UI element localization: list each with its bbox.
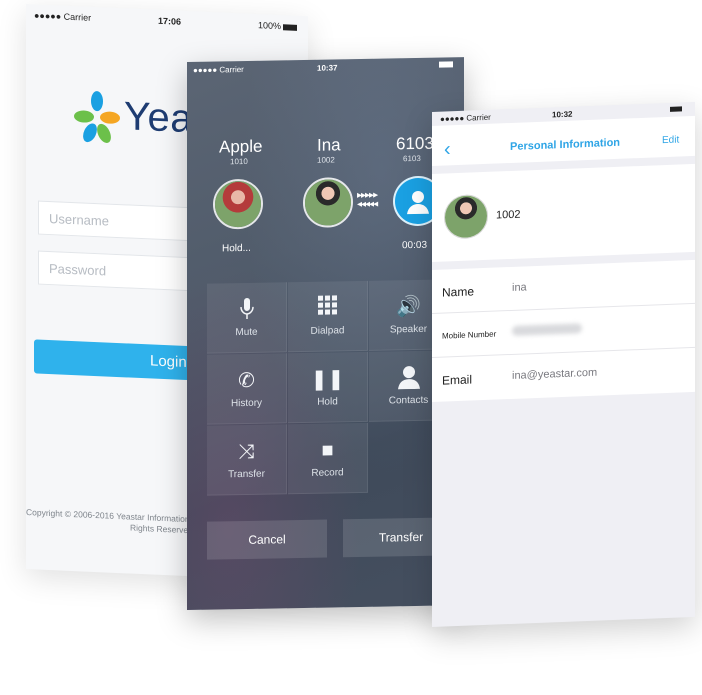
- battery-icon: [670, 106, 682, 112]
- history-label: History: [230, 397, 263, 410]
- pause-icon: ❚❚: [310, 368, 345, 391]
- status-time: 10:32: [552, 109, 573, 120]
- party-status-1: Hold...: [222, 242, 251, 255]
- mobile-value-redacted: [512, 323, 582, 336]
- party-number-1: 1010: [230, 156, 248, 167]
- email-label: Email: [442, 372, 473, 388]
- avatar: [444, 193, 488, 240]
- party-number-2: 1002: [317, 155, 335, 165]
- dialpad-button[interactable]: Dialpad: [288, 280, 368, 353]
- transfer-arrows-icon: ▸▸▸▸▸ ◂◂◂◂◂: [357, 189, 378, 211]
- dialpad-label: Dialpad: [310, 325, 345, 337]
- history-icon: ✆: [238, 369, 255, 393]
- party-name-3: 6103: [396, 133, 434, 154]
- status-carrier: ●●●●● Carrier: [34, 10, 92, 23]
- person-icon: [407, 190, 429, 215]
- battery-icon: [439, 61, 453, 68]
- call-screen: ●●●●● Carrier 10:37 Apple 1010 Hold... I…: [187, 57, 464, 611]
- battery-icon: [283, 23, 298, 31]
- hold-label: Hold: [317, 396, 338, 408]
- yeastar-logo-icon: [74, 91, 120, 143]
- record-label: Record: [311, 467, 344, 479]
- nav-bar: ‹ Personal Information Edit: [432, 115, 695, 166]
- status-battery: 100%: [258, 20, 298, 32]
- mobile-label: Mobile Number: [442, 329, 497, 341]
- edit-button[interactable]: Edit: [662, 135, 679, 147]
- page-title: Personal Information: [510, 136, 621, 154]
- mute-label: Mute: [235, 326, 258, 339]
- party-status-3: 00:03: [402, 239, 428, 252]
- status-time: 10:37: [317, 63, 338, 73]
- login-button-label: Login: [150, 352, 187, 372]
- avatar-photo: [445, 194, 487, 239]
- back-chevron-icon[interactable]: ‹: [444, 138, 451, 160]
- speaker-label: Speaker: [389, 323, 428, 336]
- email-value[interactable]: ina@yeastar.com: [512, 367, 597, 382]
- hold-button[interactable]: ❚❚ Hold: [288, 351, 368, 424]
- speaker-icon: 🔊: [396, 295, 421, 319]
- record-button[interactable]: ■ Record: [288, 422, 368, 495]
- mute-button[interactable]: Mute: [207, 282, 287, 354]
- cancel-button-label: Cancel: [248, 532, 286, 547]
- logo-text: Yea: [124, 94, 193, 142]
- party-number-3: 6103: [403, 153, 421, 164]
- contacts-label: Contacts: [388, 394, 429, 407]
- battery-percent: 100%: [258, 20, 282, 32]
- mic-icon: [239, 297, 254, 323]
- transfer-control-label: Transfer: [228, 468, 265, 481]
- contact-icon: [397, 365, 420, 391]
- transfer-button-label: Transfer: [378, 529, 424, 545]
- avatar-photo: [305, 179, 351, 226]
- email-row: Email ina@yeastar.com: [432, 348, 695, 402]
- name-value: ina: [512, 281, 527, 294]
- details-list: Name ina Mobile Number Email ina@yeastar…: [432, 259, 695, 402]
- status-carrier: ●●●●● Carrier: [193, 65, 244, 75]
- record-icon: ■: [321, 439, 334, 462]
- party-name-2: Ina: [317, 135, 341, 155]
- name-label: Name: [442, 284, 475, 300]
- status-carrier: ●●●●● Carrier: [440, 112, 491, 124]
- avatar-photo: [215, 180, 261, 228]
- personal-info-screen: ●●●●● Carrier 10:32 ‹ Personal Informati…: [432, 101, 695, 628]
- status-time: 17:06: [158, 15, 182, 27]
- profile-card: 1002: [432, 163, 695, 262]
- party-name-1: Apple: [219, 136, 263, 157]
- history-button[interactable]: ✆ History: [207, 353, 287, 425]
- extension-number: 1002: [496, 208, 521, 222]
- dialpad-icon: [318, 295, 337, 321]
- cancel-button[interactable]: Cancel: [207, 519, 327, 560]
- transfer-control-button[interactable]: ⤨ Transfer: [207, 424, 287, 496]
- transfer-icon: ⤨: [238, 440, 255, 464]
